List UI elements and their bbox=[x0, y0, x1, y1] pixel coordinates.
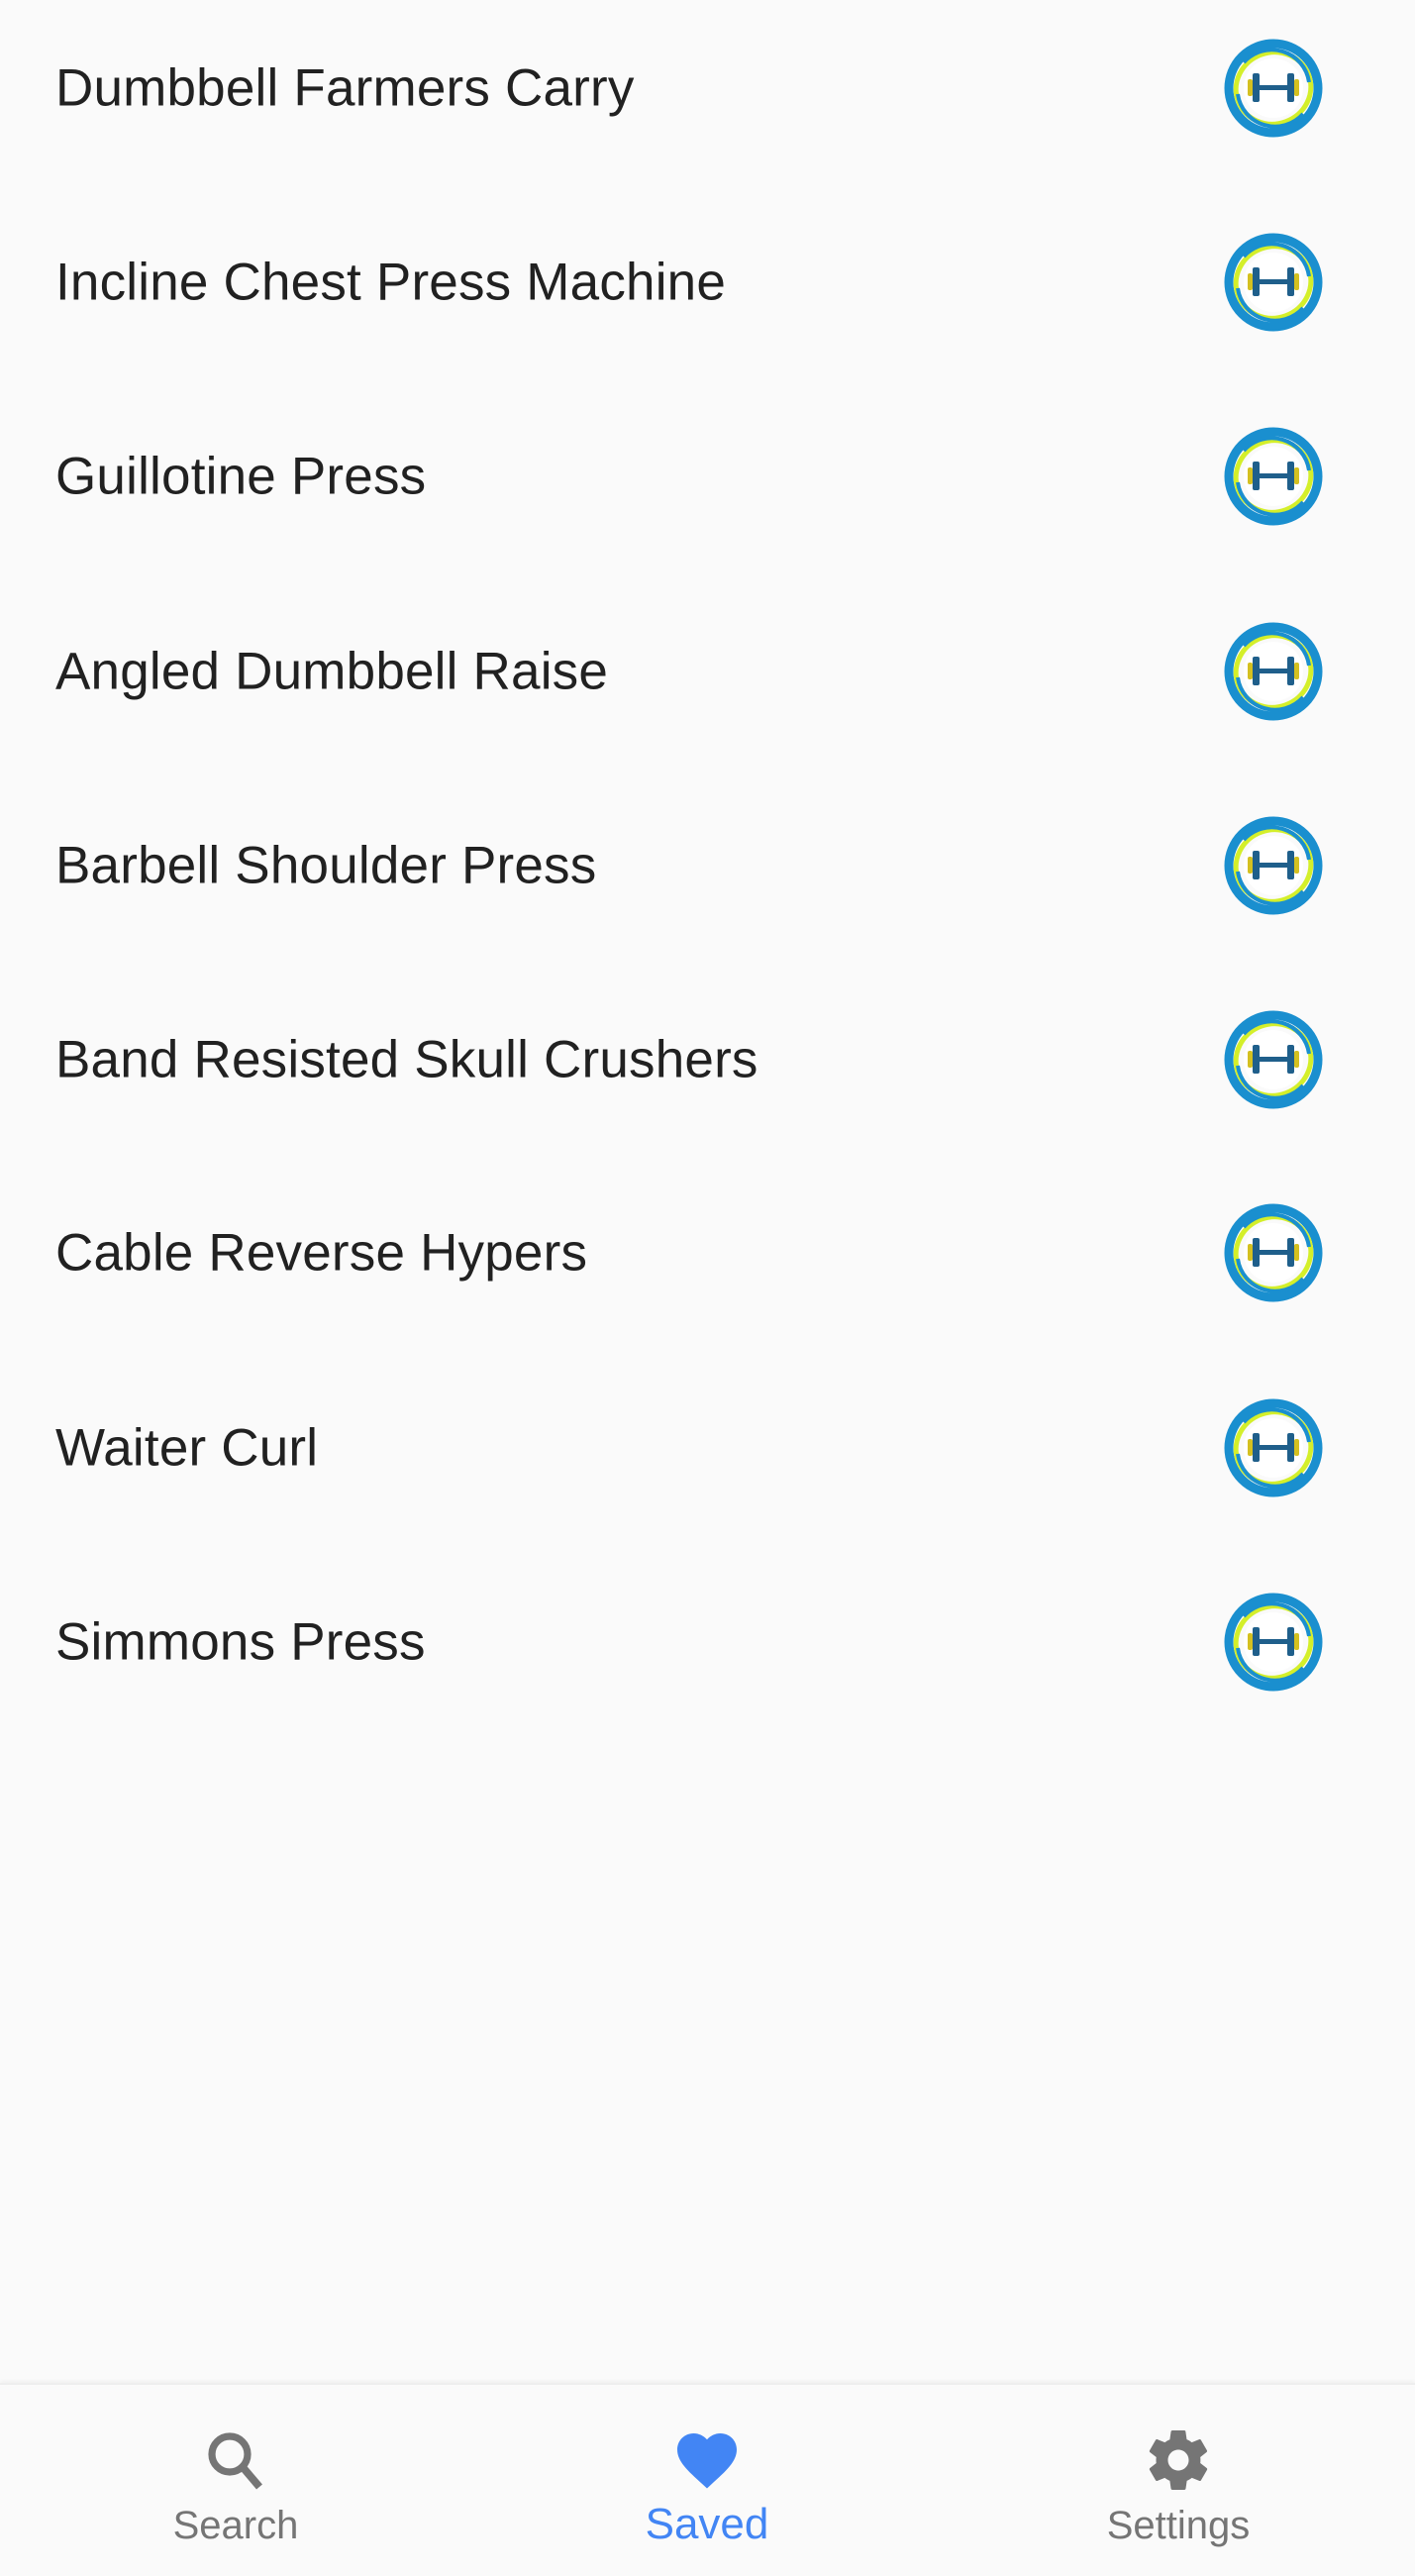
dumbbell-logo-icon bbox=[1224, 427, 1323, 526]
tab-label: Saved bbox=[645, 2500, 769, 2548]
list-item[interactable]: Angled Dumbbell Raise bbox=[0, 574, 1415, 769]
exercise-name: Simmons Press bbox=[55, 1612, 426, 1672]
tab-search[interactable]: Search bbox=[0, 2385, 471, 2576]
exercise-name: Guillotine Press bbox=[55, 447, 427, 506]
bottom-navigation: Search Saved Settings bbox=[0, 2383, 1415, 2576]
list-item[interactable]: Guillotine Press bbox=[0, 379, 1415, 573]
dumbbell-logo-icon bbox=[1224, 1010, 1323, 1109]
gear-icon bbox=[1149, 2430, 1208, 2491]
exercise-name: Incline Chest Press Machine bbox=[55, 253, 727, 312]
heart-icon bbox=[677, 2433, 737, 2489]
exercise-name: Cable Reverse Hypers bbox=[55, 1223, 588, 1283]
dumbbell-logo-icon bbox=[1224, 1593, 1323, 1692]
dumbbell-logo-icon bbox=[1224, 1203, 1323, 1302]
list-item[interactable]: Dumbbell Farmers Carry bbox=[0, 0, 1415, 185]
dumbbell-logo-icon bbox=[1224, 1398, 1323, 1497]
list-item[interactable]: Cable Reverse Hypers bbox=[0, 1156, 1415, 1350]
exercise-name: Barbell Shoulder Press bbox=[55, 836, 597, 895]
dumbbell-logo-icon bbox=[1224, 233, 1323, 332]
exercise-name: Waiter Curl bbox=[55, 1418, 319, 1478]
exercise-name: Band Resisted Skull Crushers bbox=[55, 1030, 758, 1089]
tab-label: Settings bbox=[1106, 2504, 1251, 2547]
dumbbell-logo-icon bbox=[1224, 622, 1323, 721]
dumbbell-logo-icon bbox=[1224, 816, 1323, 915]
exercise-name: Angled Dumbbell Raise bbox=[55, 642, 609, 701]
exercise-name: Dumbbell Farmers Carry bbox=[55, 58, 635, 118]
list-item[interactable]: Barbell Shoulder Press bbox=[0, 769, 1415, 963]
search-icon bbox=[208, 2432, 262, 2490]
list-item[interactable]: Simmons Press bbox=[0, 1545, 1415, 1739]
tab-settings[interactable]: Settings bbox=[943, 2385, 1414, 2576]
list-item[interactable]: Incline Chest Press Machine bbox=[0, 185, 1415, 379]
list-item[interactable]: Band Resisted Skull Crushers bbox=[0, 963, 1415, 1157]
dumbbell-logo-icon bbox=[1224, 39, 1323, 138]
list-item[interactable]: Waiter Curl bbox=[0, 1351, 1415, 1545]
tab-saved[interactable]: Saved bbox=[471, 2385, 943, 2576]
tab-label: Search bbox=[172, 2504, 299, 2547]
